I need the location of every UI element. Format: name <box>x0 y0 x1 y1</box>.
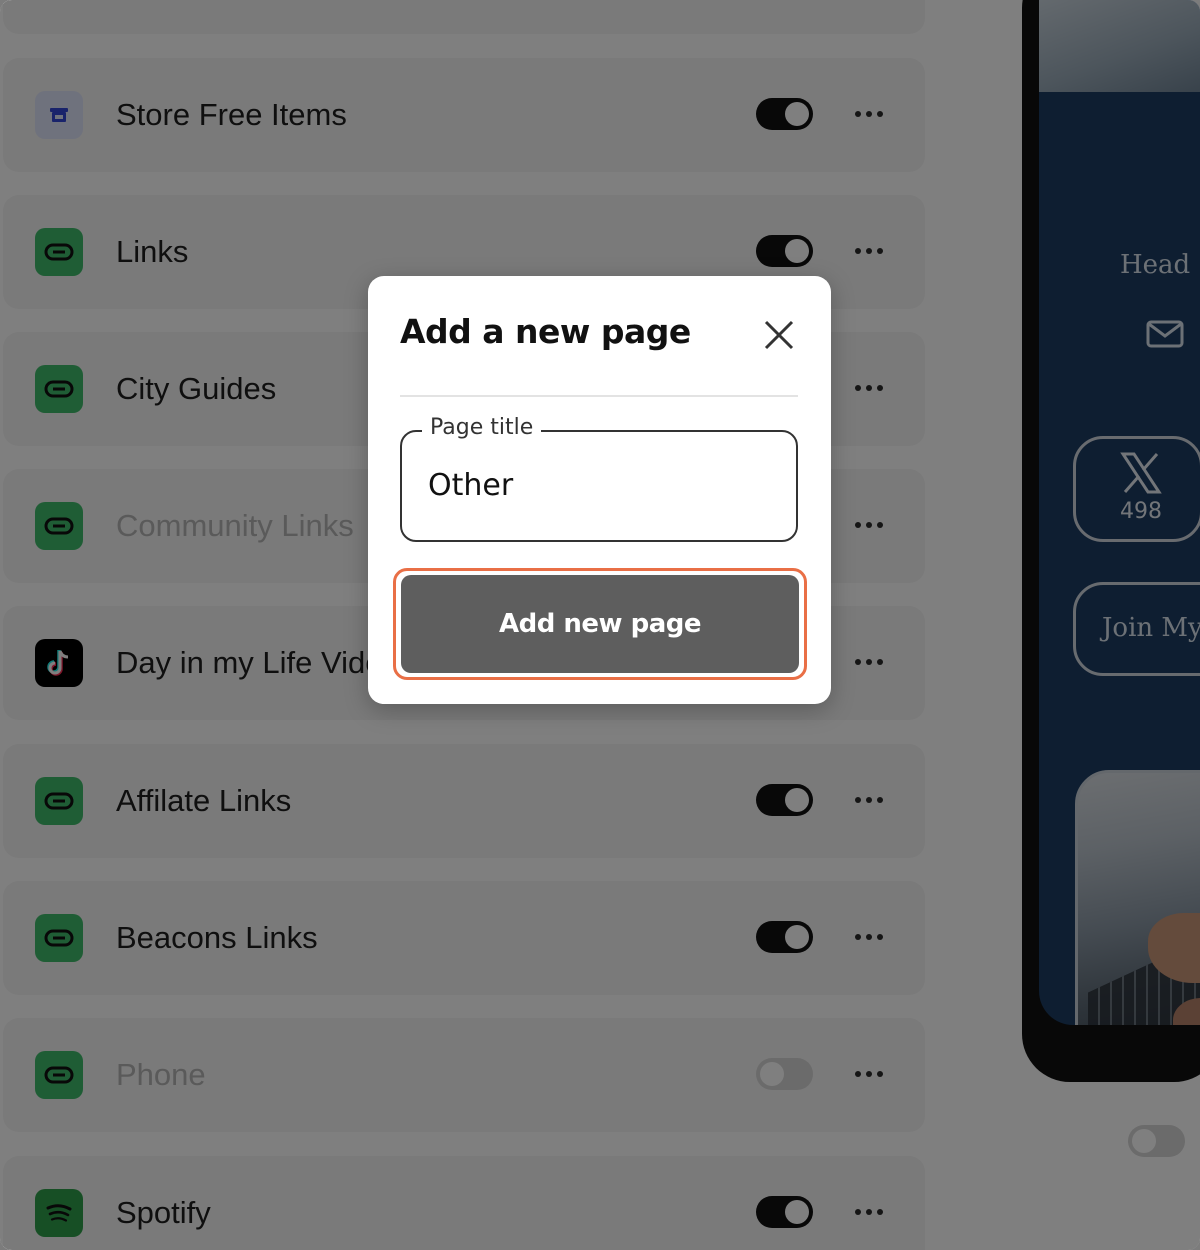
page-title-input[interactable] <box>428 468 768 503</box>
page-title-field[interactable]: Page title <box>400 415 798 542</box>
app-window: Store Free Items Links City Guides Com <box>0 0 1200 1250</box>
dialog-title: Add a new page <box>400 312 691 351</box>
add-page-dialog: Add a new page Page title Add new page <box>368 276 831 704</box>
close-icon[interactable] <box>762 318 796 352</box>
add-new-page-button[interactable]: Add new page <box>401 575 799 673</box>
page-title-label: Page title <box>422 415 542 440</box>
dialog-divider <box>400 395 798 397</box>
